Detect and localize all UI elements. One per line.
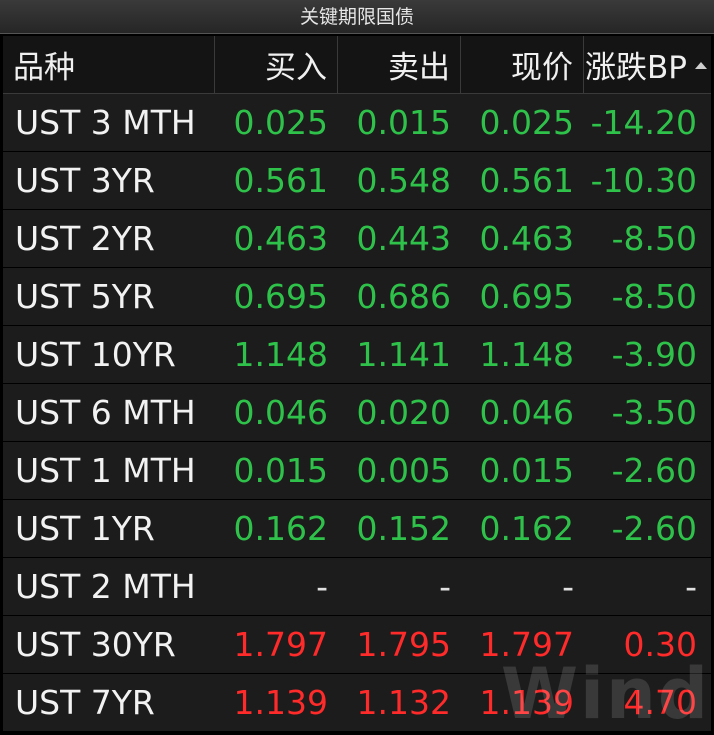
last-price-cell: 0.046	[479, 393, 574, 432]
table-row[interactable]: UST 1 MTH 0.015 0.005 0.015 -2.60	[3, 442, 711, 500]
ask-cell: 0.015	[356, 103, 451, 142]
bond-name-cell: UST 2YR	[15, 219, 155, 258]
ask-cell: 0.443	[356, 219, 451, 258]
last-price-cell: 1.139	[479, 683, 574, 722]
change-bp-cell: 4.70	[623, 683, 697, 722]
bid-cell: 0.463	[233, 219, 328, 258]
table-row[interactable]: UST 2YR 0.463 0.443 0.463 -8.50	[3, 210, 711, 268]
change-bp-cell: -2.60	[611, 509, 697, 548]
last-price-cell: -	[562, 567, 574, 606]
last-price-cell: 0.561	[479, 161, 574, 200]
change-bp-cell: -8.50	[611, 277, 697, 316]
table-row[interactable]: UST 3 MTH 0.025 0.015 0.025 -14.20	[3, 94, 711, 152]
bond-name-cell: UST 3YR	[15, 161, 155, 200]
table-row[interactable]: UST 5YR 0.695 0.686 0.695 -8.50	[3, 268, 711, 326]
bond-name-cell: UST 1YR	[15, 509, 155, 548]
ask-cell: 0.686	[356, 277, 451, 316]
bid-cell: 0.561	[233, 161, 328, 200]
last-price-cell: 0.025	[479, 103, 574, 142]
bid-cell: 0.695	[233, 277, 328, 316]
bond-name-cell: UST 7YR	[15, 683, 155, 722]
change-bp-cell: -3.50	[611, 393, 697, 432]
sort-ascending-icon[interactable]	[695, 62, 707, 69]
change-bp-cell: -8.50	[611, 219, 697, 258]
ask-cell: 0.020	[356, 393, 451, 432]
change-bp-cell: 0.30	[623, 625, 697, 664]
ask-cell: 0.005	[356, 451, 451, 490]
change-bp-cell: -	[685, 567, 697, 606]
table-row[interactable]: UST 7YR 1.139 1.132 1.139 4.70	[3, 674, 711, 732]
bid-cell: 1.797	[233, 625, 328, 664]
bid-cell: 0.162	[233, 509, 328, 548]
ask-cell: 0.548	[356, 161, 451, 200]
table-body: UST 3 MTH 0.025 0.015 0.025 -14.20 UST 3YR 0.5…	[3, 94, 711, 732]
bond-name-cell: UST 3 MTH	[15, 103, 196, 142]
quote-table: 品种 买入 卖出 现价 涨跌BP UST 3 MTH 0.025 0.015 0.02…	[3, 36, 711, 732]
bond-name-cell: UST 2 MTH	[15, 567, 196, 606]
table-row[interactable]: UST 1YR 0.162 0.152 0.162 -2.60	[3, 500, 711, 558]
bid-cell: -	[316, 567, 328, 606]
ask-cell: -	[439, 567, 451, 606]
bond-name-cell: UST 6 MTH	[15, 393, 196, 432]
bond-quote-panel: 关键期限国债 品种 买入 卖出 现价 涨跌BP UST 3 MTH 0.025 0.…	[0, 0, 714, 735]
bond-name-cell: UST 10YR	[15, 335, 176, 374]
column-header-ask[interactable]: 卖出	[338, 36, 461, 93]
table-row[interactable]: UST 30YR 1.797 1.795 1.797 0.30	[3, 616, 711, 674]
bid-cell: 1.139	[233, 683, 328, 722]
table-row[interactable]: UST 2 MTH - - - -	[3, 558, 711, 616]
panel-title: 关键期限国债	[0, 0, 714, 34]
last-price-cell: 0.463	[479, 219, 574, 258]
column-header-name[interactable]: 品种	[3, 36, 215, 93]
change-bp-cell: -2.60	[611, 451, 697, 490]
table-header: 品种 买入 卖出 现价 涨跌BP	[3, 36, 711, 94]
last-price-cell: 0.015	[479, 451, 574, 490]
change-bp-cell: -14.20	[590, 103, 697, 142]
bond-name-cell: UST 30YR	[15, 625, 176, 664]
column-header-change-bp[interactable]: 涨跌BP	[584, 36, 711, 93]
bond-name-cell: UST 5YR	[15, 277, 155, 316]
bond-name-cell: UST 1 MTH	[15, 451, 196, 490]
ask-cell: 1.141	[356, 335, 451, 374]
last-price-cell: 1.148	[479, 335, 574, 374]
column-header-change-bp-label: 涨跌BP	[585, 50, 687, 86]
bid-cell: 0.046	[233, 393, 328, 432]
ask-cell: 1.795	[356, 625, 451, 664]
change-bp-cell: -3.90	[611, 335, 697, 374]
bid-cell: 0.015	[233, 451, 328, 490]
table-row[interactable]: UST 6 MTH 0.046 0.020 0.046 -3.50	[3, 384, 711, 442]
last-price-cell: 0.695	[479, 277, 574, 316]
column-header-last[interactable]: 现价	[461, 36, 584, 93]
column-header-bid[interactable]: 买入	[215, 36, 338, 93]
last-price-cell: 1.797	[479, 625, 574, 664]
last-price-cell: 0.162	[479, 509, 574, 548]
table-row[interactable]: UST 10YR 1.148 1.141 1.148 -3.90	[3, 326, 711, 384]
bid-cell: 1.148	[233, 335, 328, 374]
ask-cell: 0.152	[356, 509, 451, 548]
ask-cell: 1.132	[356, 683, 451, 722]
bid-cell: 0.025	[233, 103, 328, 142]
table-row[interactable]: UST 3YR 0.561 0.548 0.561 -10.30	[3, 152, 711, 210]
change-bp-cell: -10.30	[590, 161, 697, 200]
